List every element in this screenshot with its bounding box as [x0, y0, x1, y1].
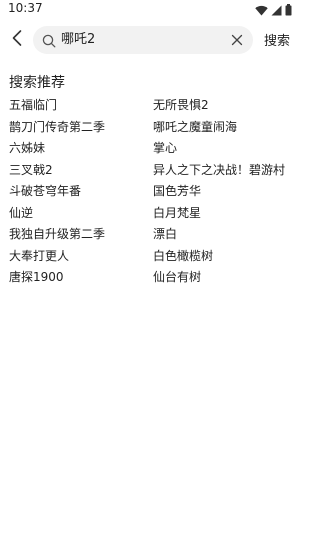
suggestion-item[interactable]: 漂白 — [153, 224, 294, 246]
suggestion-item[interactable]: 鹊刀门传奇第二季 — [9, 117, 153, 139]
suggestion-item[interactable]: 六姊妹 — [9, 138, 153, 160]
clear-button[interactable] — [230, 33, 244, 47]
close-icon — [231, 31, 243, 50]
suggestion-item[interactable]: 异人之下之决战！碧游村 — [153, 160, 294, 182]
suggestion-item[interactable]: 掌心 — [153, 138, 294, 160]
suggestion-list: 五福临门 无所畏惧2 鹊刀门传奇第二季 哪吒之魔童闹海 六姊妹 掌心 三叉戟2 … — [9, 95, 294, 289]
suggestion-item[interactable]: 五福临门 — [9, 95, 153, 117]
suggestion-item[interactable]: 三叉戟2 — [9, 160, 153, 182]
suggestion-item[interactable]: 无所畏惧2 — [153, 95, 294, 117]
cellular-signal-icon — [271, 5, 282, 16]
suggestion-item[interactable]: 斗破苍穹年番 — [9, 181, 153, 203]
chevron-left-icon — [11, 29, 23, 51]
suggestion-item[interactable]: 唐探1900 — [9, 267, 153, 289]
search-submit-button[interactable]: 搜索 — [264, 30, 290, 49]
suggestion-item[interactable]: 我独自升级第二季 — [9, 224, 153, 246]
suggestion-item[interactable]: 国色芳华 — [153, 181, 294, 203]
suggestion-item[interactable]: 大奉打更人 — [9, 246, 153, 268]
suggestion-item[interactable]: 白色橄榄树 — [153, 246, 294, 268]
search-bar: 搜索 — [0, 24, 300, 56]
back-button[interactable] — [6, 28, 28, 52]
suggestion-item[interactable]: 哪吒之魔童闹海 — [153, 117, 294, 139]
section-title: 搜索推荐 — [9, 75, 65, 91]
suggestion-item[interactable]: 白月梵星 — [153, 203, 294, 225]
battery-icon — [285, 4, 292, 16]
status-icons — [255, 3, 292, 17]
status-time: 10:37 — [8, 1, 43, 15]
search-icon — [42, 33, 56, 48]
suggestion-item[interactable]: 仙逆 — [9, 203, 153, 225]
search-box — [33, 26, 253, 54]
wifi-icon — [255, 5, 268, 16]
suggestion-item[interactable]: 仙台有树 — [153, 267, 294, 289]
status-bar: 10:37 — [0, 0, 300, 20]
search-input[interactable] — [61, 30, 221, 50]
